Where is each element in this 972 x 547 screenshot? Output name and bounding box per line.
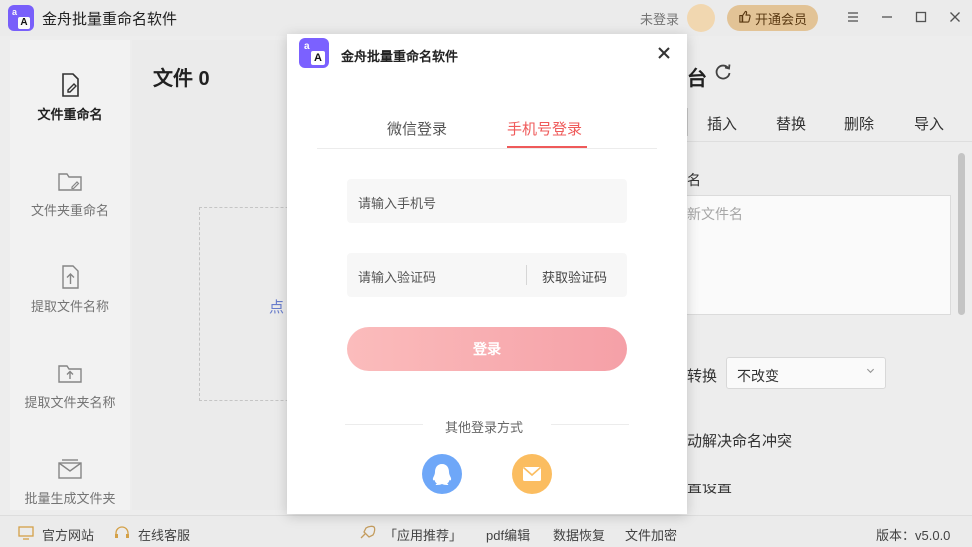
dialog-app-logo: a A [299,38,329,68]
tab-phone-login[interactable]: 手机号登录 [507,118,582,139]
active-tab-indicator [507,146,587,148]
login-dialog: a A 金舟批量重命名软件 微信登录 手机号登录 请输入手机号 请输入验证码 获… [287,34,687,514]
get-code-button[interactable]: 获取验证码 [542,267,607,286]
dialog-title: 金舟批量重命名软件 [341,49,459,64]
mail-icon [512,466,552,498]
mail-login-button[interactable] [512,454,552,494]
qq-icon [422,464,462,498]
divider-right [551,424,629,425]
input-divider [526,265,527,285]
tab-wechat-login[interactable]: 微信登录 [387,118,447,139]
divider-left [345,424,423,425]
code-input[interactable]: 请输入验证码 获取验证码 [347,253,627,297]
dialog-close-icon[interactable] [657,44,671,65]
phone-input[interactable]: 请输入手机号 [347,179,627,223]
qq-login-button[interactable] [422,454,462,494]
other-login-methods-label: 其他登录方式 [445,420,524,435]
tabs-divider [317,148,657,149]
login-button[interactable]: 登录 [347,327,627,371]
